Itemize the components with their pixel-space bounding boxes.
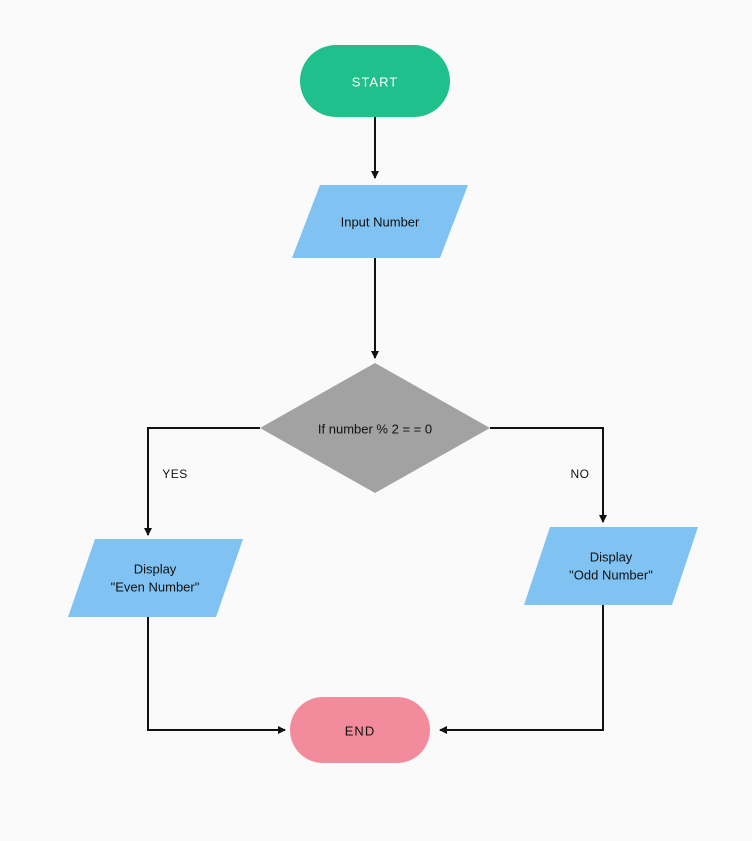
start-label: START	[352, 74, 398, 89]
arrow-odd-to-end	[440, 605, 603, 730]
start-node: START	[300, 45, 450, 117]
end-label: END	[345, 723, 375, 738]
decision-label: If number % 2 = = 0	[318, 421, 432, 436]
display-odd-line1: Display	[590, 549, 633, 564]
display-odd-node: Display "Odd Number"	[524, 527, 698, 605]
display-even-line2: "Even Number"	[111, 579, 200, 594]
display-even-line1: Display	[134, 561, 177, 576]
input-label: Input Number	[341, 214, 420, 229]
end-node: END	[290, 697, 430, 763]
branch-no-label: NO	[571, 467, 590, 481]
display-odd-line2: "Odd Number"	[569, 567, 653, 582]
flowchart-canvas: START Input Number If number % 2 = = 0 Y…	[0, 0, 752, 841]
display-even-node: Display "Even Number"	[68, 539, 243, 617]
input-node: Input Number	[292, 185, 468, 258]
arrow-decision-to-odd: NO	[490, 428, 603, 522]
arrow-decision-to-even: YES	[148, 428, 260, 535]
arrow-even-to-end	[148, 617, 285, 730]
decision-node: If number % 2 = = 0	[260, 363, 490, 493]
branch-yes-label: YES	[162, 467, 188, 481]
